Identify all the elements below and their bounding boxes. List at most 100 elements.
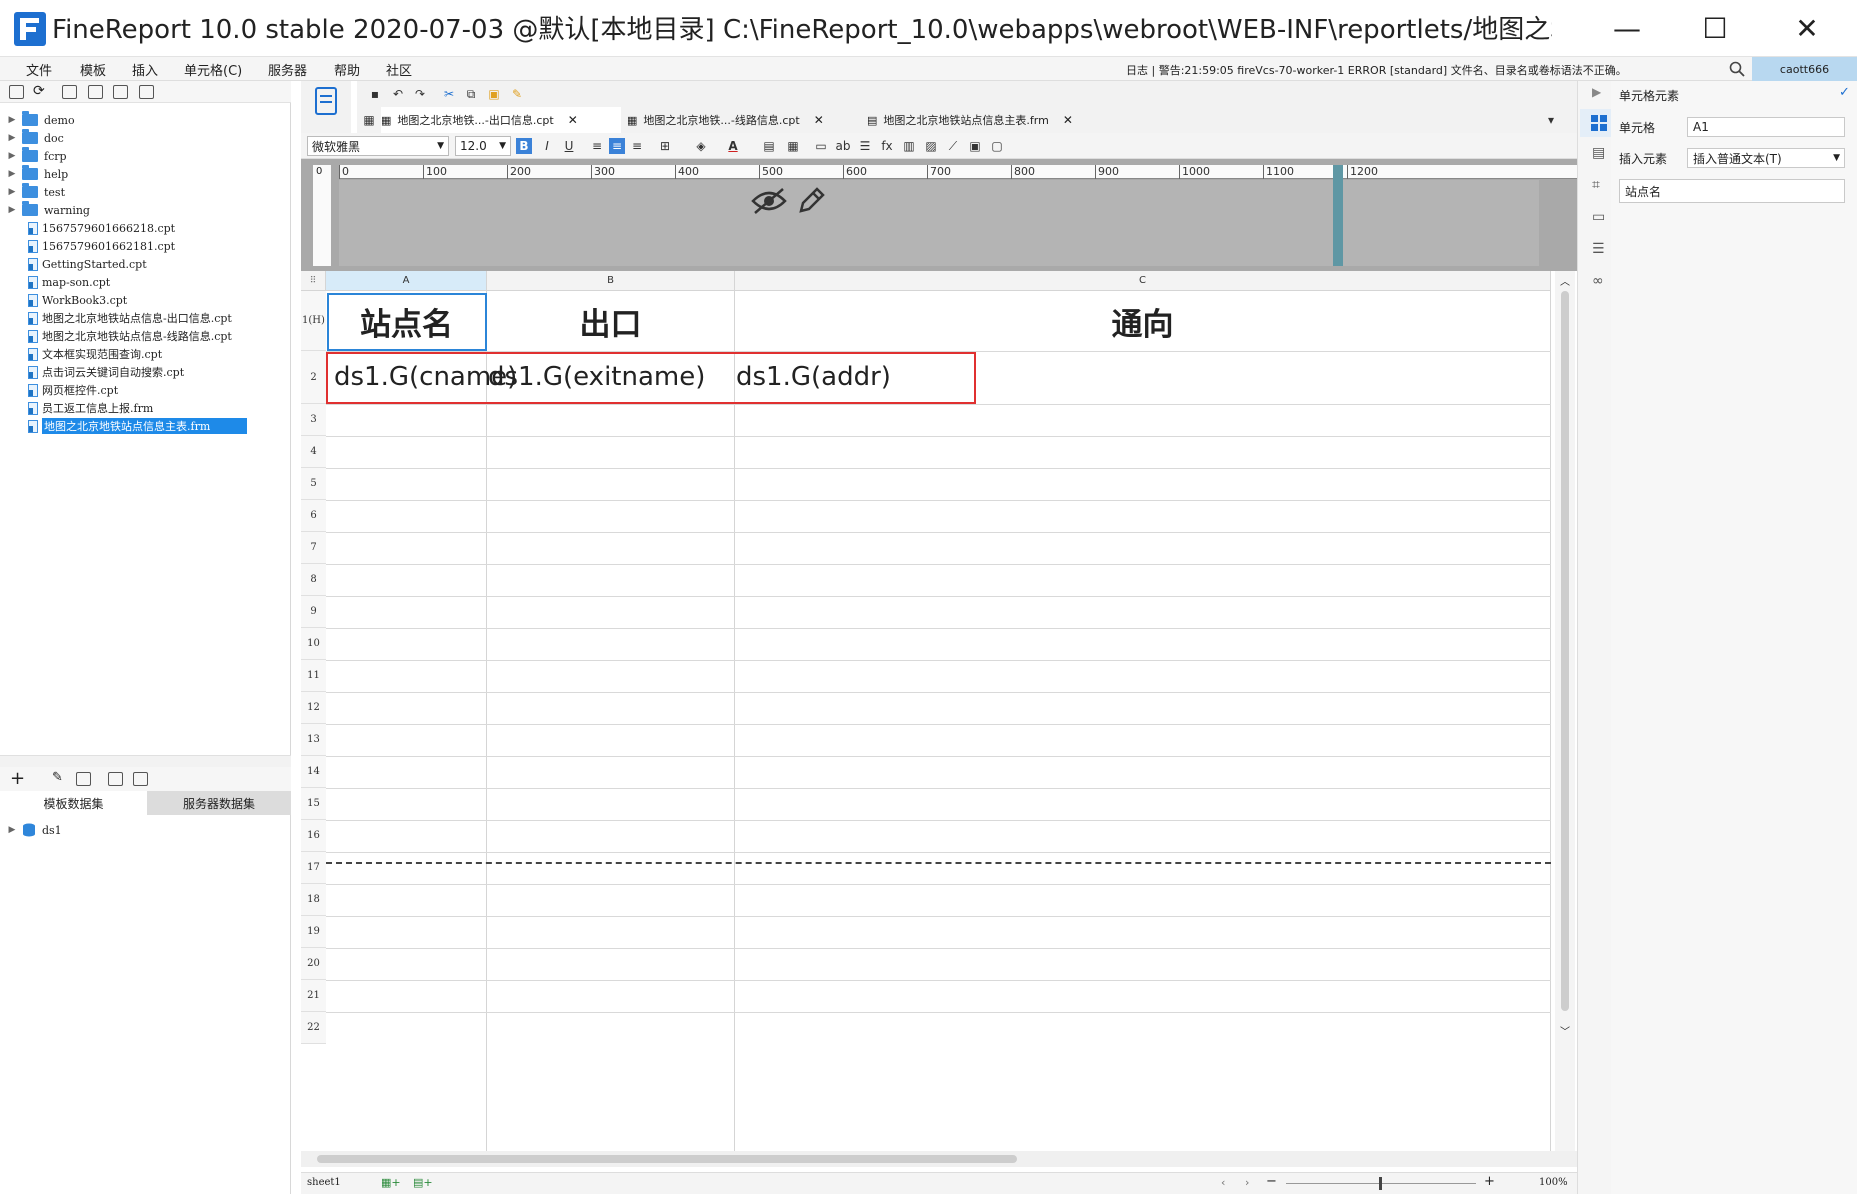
underline-icon[interactable]: U — [561, 138, 577, 154]
file-tab-line-info[interactable]: ▦ 地图之北京地铁...-线路信息.cpt ✕ — [627, 107, 867, 133]
italic-icon[interactable]: I — [539, 138, 555, 154]
tree-file[interactable]: 文本框实现范围查询.cpt — [0, 345, 162, 363]
bold-icon[interactable]: B — [516, 138, 532, 154]
font-size-select[interactable]: 12.0 ▼ — [455, 136, 511, 156]
format-painter-icon[interactable]: ✎ — [509, 86, 525, 102]
redo-icon[interactable]: ↷ — [412, 86, 428, 102]
tree-folder-demo[interactable]: ▶ demo — [0, 111, 75, 129]
add-poly-sheet-icon[interactable]: ▤+ — [413, 1176, 433, 1189]
row-header[interactable]: 4 — [301, 436, 326, 468]
column-header-b[interactable]: B — [487, 271, 735, 291]
file-tab-exit-info[interactable]: ▦ 地图之北京地铁...-出口信息.cpt ✕ — [381, 107, 621, 133]
cell-address-input[interactable]: A1 — [1687, 117, 1845, 137]
condition-icon[interactable]: ☰ — [1592, 241, 1605, 257]
tree-folder-help[interactable]: ▶ help — [0, 165, 68, 183]
grid-template-icon[interactable]: ▦ — [361, 112, 377, 128]
delete-icon[interactable] — [76, 772, 91, 786]
horizontal-scrollbar[interactable] — [301, 1151, 1577, 1167]
log-status-message[interactable]: 日志 | 警告:21:59:05 fireVcs-70-worker-1 ERR… — [1126, 62, 1627, 78]
vertical-scrollbar[interactable]: ︿ ﹀ — [1555, 271, 1575, 1151]
tree-file[interactable]: 1567579601666218.cpt — [0, 219, 175, 237]
template-type-toggle[interactable] — [301, 81, 351, 133]
align-right-icon[interactable]: ≡ — [629, 138, 645, 154]
tree-folder-test[interactable]: ▶ test — [0, 183, 65, 201]
collapse-right-icon[interactable]: ▶ — [1592, 85, 1601, 99]
chevron-right-icon[interactable]: ▶ — [6, 169, 18, 179]
edit-icon[interactable]: ✎ — [52, 770, 63, 785]
menu-community[interactable]: 社区 — [386, 60, 412, 79]
report-template-icon[interactable] — [315, 87, 337, 115]
user-account[interactable]: caott666 — [1752, 57, 1857, 81]
rich-text-icon[interactable]: ☰ — [857, 138, 873, 154]
chevron-down-icon[interactable]: ﹀ — [1560, 1023, 1570, 1038]
zoom-in-icon[interactable]: + — [1484, 1174, 1495, 1189]
check-icon[interactable]: ✓ — [1839, 85, 1850, 100]
close-tab-icon[interactable]: ✕ — [568, 113, 578, 127]
chevron-right-icon[interactable]: ▶ — [6, 151, 18, 161]
formula-icon[interactable]: fx — [879, 138, 895, 154]
chevron-left-icon[interactable]: ‹ — [1221, 1176, 1225, 1189]
menu-cell[interactable]: 单元格(C) — [184, 60, 242, 79]
dataset-item[interactable]: ▶ ds1 — [0, 821, 62, 839]
tree-file[interactable]: WorkBook3.cpt — [0, 291, 127, 309]
tree-folder-warning[interactable]: ▶ warning — [0, 201, 90, 219]
tab-list-icon[interactable]: ▾ — [1543, 112, 1559, 128]
row-header[interactable]: 19 — [301, 916, 326, 948]
minimize-button[interactable]: — — [1592, 0, 1662, 57]
zoom-out-icon[interactable]: − — [1266, 1174, 1277, 1189]
slash-icon[interactable]: ⟋ — [945, 138, 961, 154]
tree-folder-fcrp[interactable]: ▶ fcrp — [0, 147, 67, 165]
cell-attribute-icon[interactable]: ▤ — [1592, 145, 1605, 161]
row-header[interactable]: 11 — [301, 660, 326, 692]
add-dataset-icon[interactable]: + — [10, 768, 25, 789]
tab-template-dataset[interactable]: 模板数据集 — [0, 791, 147, 815]
cut-icon[interactable]: ✂ — [441, 86, 457, 102]
cell-content-input[interactable]: 站点名 — [1619, 179, 1845, 203]
copy-icon[interactable] — [139, 85, 154, 99]
tree-file[interactable]: 地图之北京地铁站点信息-出口信息.cpt — [0, 309, 232, 327]
align-center-icon[interactable]: ≡ — [609, 138, 625, 154]
tree-file[interactable]: 点击词云关键词自动搜索.cpt — [0, 363, 184, 381]
undo-icon[interactable]: ↶ — [390, 86, 406, 102]
menu-server[interactable]: 服务器 — [268, 60, 307, 79]
menu-help[interactable]: 帮助 — [334, 60, 360, 79]
chevron-right-icon[interactable]: ▶ — [6, 187, 18, 197]
maximize-button[interactable]: ☐ — [1680, 0, 1750, 57]
delete-icon[interactable] — [113, 85, 128, 99]
add-sheet-icon[interactable]: ▦+ — [381, 1176, 401, 1189]
row-header[interactable]: 21 — [301, 980, 326, 1012]
chevron-up-icon[interactable]: ︿ — [1560, 273, 1570, 288]
cell-c1[interactable]: 通向 — [735, 293, 1550, 350]
row-header[interactable]: 18 — [301, 884, 326, 916]
new-folder-icon[interactable] — [9, 85, 24, 99]
row-header[interactable]: 17 — [301, 852, 326, 884]
lock-file-icon[interactable] — [88, 85, 103, 99]
search-icon[interactable] — [1729, 61, 1745, 77]
insert-ab-icon[interactable]: ab — [835, 138, 851, 154]
row-header[interactable]: 13 — [301, 724, 326, 756]
tree-file[interactable]: 网页框控件.cpt — [0, 381, 118, 399]
crop-icon[interactable]: ⌗ — [1592, 177, 1600, 193]
insert-element-select[interactable]: 插入普通文本(T) ▼ — [1687, 148, 1845, 168]
chevron-right-icon[interactable]: › — [1245, 1176, 1249, 1189]
merge-cells-icon[interactable]: ▤ — [761, 138, 777, 154]
tree-file[interactable]: GettingStarted.cpt — [0, 255, 147, 273]
hidden-eye-icon[interactable] — [751, 187, 787, 215]
font-color-icon[interactable]: A — [725, 138, 741, 154]
menu-insert[interactable]: 插入 — [132, 60, 158, 79]
insert-text-icon[interactable]: ▭ — [813, 138, 829, 154]
row-header[interactable]: 6 — [301, 500, 326, 532]
open-file-icon[interactable] — [62, 85, 77, 99]
chevron-right-icon[interactable]: ▶ — [6, 115, 18, 125]
column-header-c[interactable]: C — [735, 271, 1551, 291]
row-header[interactable]: 12 — [301, 692, 326, 724]
tree-folder-doc[interactable]: ▶ doc — [0, 129, 64, 147]
widget-icon[interactable]: ▭ — [1592, 209, 1605, 225]
fill-color-icon[interactable]: ◈ — [693, 138, 709, 154]
row-header[interactable]: 8 — [301, 564, 326, 596]
row-header[interactable]: 5 — [301, 468, 326, 500]
close-tab-icon[interactable]: ✕ — [1063, 113, 1073, 127]
menu-template[interactable]: 模板 — [80, 60, 106, 79]
form-canvas[interactable] — [339, 180, 1539, 266]
chevron-right-icon[interactable]: ▶ — [6, 205, 18, 215]
